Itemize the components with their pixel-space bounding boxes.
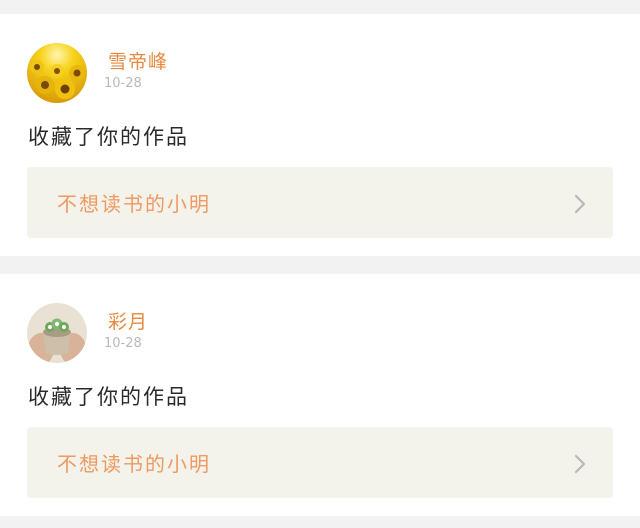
timestamp: 10-28 xyxy=(104,76,142,91)
chevron-right-icon xyxy=(574,454,586,474)
notification-feed: 雪帝峰 10-28 收藏了你的作品 不想读书的小明 彩月 10-28 收藏了你的… xyxy=(0,0,640,528)
sunflower-icon xyxy=(27,43,87,103)
work-link[interactable]: 不想读书的小明 xyxy=(27,427,613,498)
timestamp: 10-28 xyxy=(104,336,142,351)
plant-pot-icon xyxy=(27,303,87,363)
work-link[interactable]: 不想读书的小明 xyxy=(27,167,613,238)
avatar[interactable] xyxy=(27,303,87,363)
avatar[interactable] xyxy=(27,43,87,103)
work-title: 不想读书的小明 xyxy=(57,452,211,476)
action-text: 收藏了你的作品 xyxy=(28,385,189,409)
notification-card: 雪帝峰 10-28 收藏了你的作品 不想读书的小明 xyxy=(0,14,640,256)
chevron-right-icon xyxy=(574,194,586,214)
notification-card: 彩月 10-28 收藏了你的作品 不想读书的小明 xyxy=(0,274,640,516)
username[interactable]: 雪帝峰 xyxy=(108,47,168,74)
action-text: 收藏了你的作品 xyxy=(28,125,189,149)
username[interactable]: 彩月 xyxy=(108,307,148,334)
work-title: 不想读书的小明 xyxy=(57,192,211,216)
